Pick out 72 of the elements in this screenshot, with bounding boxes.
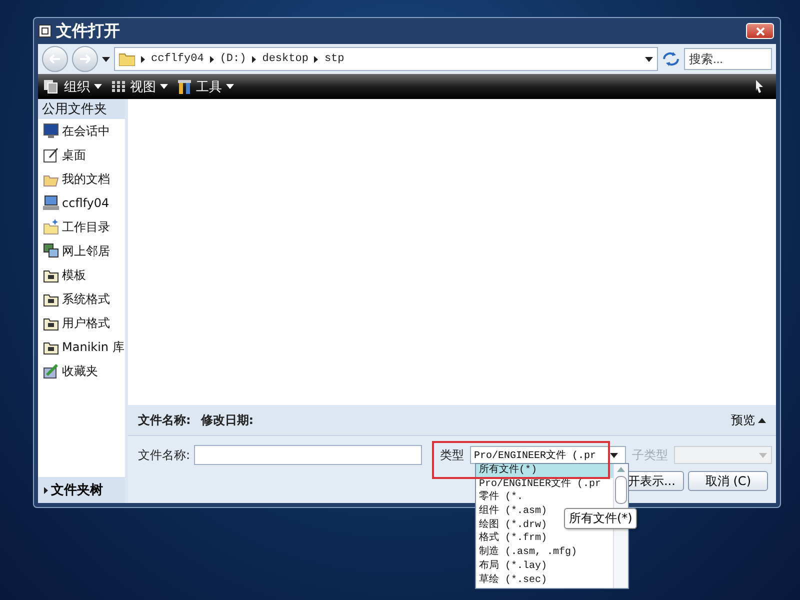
sidebar-item[interactable]: 系统格式	[38, 287, 125, 311]
path-segment[interactable]: ccflfy04	[151, 53, 204, 65]
search-field[interactable]: 搜索...	[684, 48, 772, 70]
dropdown-option[interactable]: 布局 (*.lay)	[476, 560, 613, 574]
history-caret-icon	[102, 56, 110, 62]
column-label: 文件名称:	[138, 412, 191, 428]
sidebar-item[interactable]: ccflfy04	[38, 191, 125, 215]
sidebar-item[interactable]: 网上邻居	[38, 239, 125, 263]
folder-icon	[119, 52, 135, 66]
favorites-icon	[43, 363, 59, 379]
window-icon	[38, 24, 52, 38]
column-label: 修改日期:	[200, 412, 254, 428]
network-icon	[43, 243, 59, 259]
computer-icon	[43, 195, 59, 211]
toolbar-menu-button[interactable]: 视图	[112, 78, 168, 96]
monitor-icon	[43, 123, 59, 139]
caret-icon	[758, 418, 766, 422]
close-button[interactable]	[746, 23, 774, 39]
sidebar-title: 公用文件夹	[38, 99, 125, 119]
field-label: 子类型	[632, 446, 668, 464]
address-bar[interactable]: ccflfy04 (D:) desktop stp	[114, 47, 658, 71]
sidebar-item[interactable]: Manikin 库	[38, 335, 125, 359]
sidebar-item[interactable]: 在会话中	[38, 119, 125, 143]
back-icon	[49, 54, 61, 64]
caret-icon	[759, 452, 768, 458]
caret-icon	[314, 56, 318, 62]
caret-icon	[160, 84, 168, 89]
sidebar-item[interactable]: 模板	[38, 263, 125, 287]
sidebar-item[interactable]: 收藏夹	[38, 359, 125, 383]
grid-icon	[112, 80, 126, 92]
dropdown-caret-icon	[645, 56, 653, 62]
dropdown-option[interactable]: 零件 (*.	[476, 491, 613, 506]
window-title: 文件打开	[56, 20, 121, 42]
sidebar-item[interactable]: 工作目录	[38, 215, 125, 239]
sidebar-item[interactable]: 我的文档	[38, 167, 125, 191]
dropdown-option[interactable]: 制造 (.asm, .mfg)	[476, 546, 613, 560]
tooltip: 所有文件(*)	[564, 508, 638, 529]
folder-star-icon	[43, 219, 59, 235]
back-button[interactable]	[42, 46, 68, 72]
tools-icon	[178, 80, 192, 94]
dropdown-option[interactable]: 格式 (*.frm)	[476, 532, 613, 546]
caret-icon	[210, 56, 214, 62]
field-label: 类型	[440, 446, 464, 464]
caret-icon	[94, 84, 102, 89]
pages-icon	[44, 80, 60, 94]
caret-icon	[141, 56, 145, 62]
path-segment[interactable]: desktop	[262, 53, 308, 65]
toolbar-menu-button[interactable]: 工具	[178, 78, 234, 96]
cancel-button[interactable]: 取消 (C)	[688, 471, 768, 491]
forward-button[interactable]	[72, 46, 98, 72]
sidebar-item[interactable]: 用户格式	[38, 311, 125, 335]
notepad-icon	[43, 147, 59, 163]
path-segment[interactable]: (D:)	[220, 53, 246, 65]
field-label: 文件名称:	[138, 446, 190, 464]
caret-icon	[252, 56, 256, 62]
preview-button[interactable]: 预览	[731, 412, 766, 428]
subtype-dropdown[interactable]	[674, 446, 772, 464]
dropdown-option[interactable]: 所有文件(*)	[476, 464, 613, 478]
path-segment[interactable]: stp	[324, 53, 344, 65]
close-icon	[756, 26, 764, 36]
caret-icon	[44, 486, 48, 494]
caret-icon	[610, 452, 618, 458]
forward-icon	[79, 54, 91, 64]
type-dropdown[interactable]: Pro/ENGINEER文件 (.pr	[470, 446, 626, 464]
file-name-field[interactable]	[194, 445, 422, 465]
folder-tree-toggle[interactable]: 文件夹树	[38, 477, 125, 503]
dropdown-option[interactable]: 草绘 (*.sec)	[476, 574, 613, 588]
scroll-thumb[interactable]	[615, 476, 627, 504]
caret-icon	[226, 84, 234, 89]
refresh-icon[interactable]	[662, 51, 680, 67]
sidebar-item[interactable]: 桌面	[38, 143, 125, 167]
toolbar-menu-button[interactable]: 组织	[44, 78, 102, 96]
